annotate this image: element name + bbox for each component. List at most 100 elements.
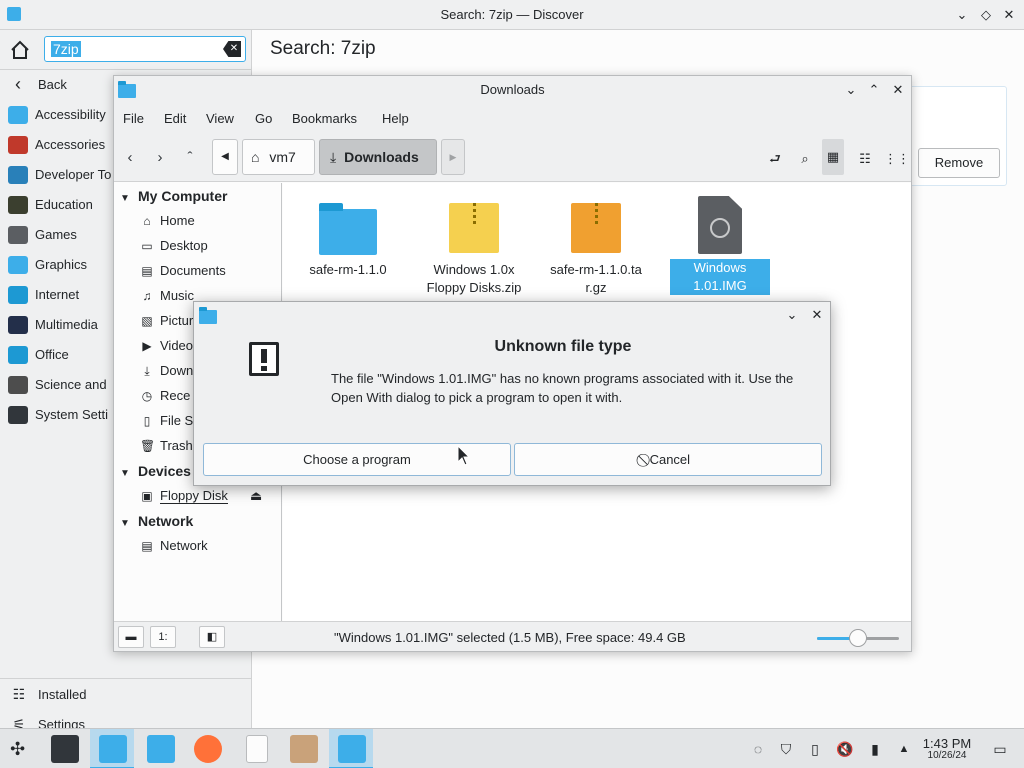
discover-titlebar: Search: 7zip — Discover ⌄ ◇ ✕ [0,0,1024,30]
breadcrumb-vm7[interactable]: ⌂ vm7 [242,139,315,175]
place-item[interactable]: ▧ Pictur [140,313,193,328]
task-firefox[interactable] [185,729,229,768]
task-settings[interactable] [42,729,86,768]
battery-icon[interactable]: ▮ [865,739,885,759]
places-network-header[interactable]: ▼ Network [120,513,193,529]
multimedia-icon [8,316,28,334]
breadcrumb-downloads[interactable]: ⤓ Downloads [319,139,437,175]
tar-archive-icon [571,203,621,253]
place-item[interactable]: ◷ Rece [140,388,191,403]
split-view-icon[interactable]: ⮐ [764,148,786,170]
category-label: Accessories [35,137,106,152]
minimize-icon[interactable]: ⌄ [782,305,802,325]
search-input[interactable]: 7zip ✕ [44,36,246,62]
volume-muted-icon[interactable]: 🔇 [835,739,855,759]
breadcrumb-vm7-label: vm7 [269,149,296,165]
place-item[interactable]: ♫ Music [140,288,194,303]
terminal-toggle-icon[interactable]: 1: [150,626,176,648]
breadcrumb-right-arrow[interactable]: ▶ [441,139,465,175]
place-item[interactable]: 🗑 Trash [140,438,193,453]
places-toggle-icon[interactable]: ▬ [118,626,144,648]
place-item[interactable]: ▭ Desktop [140,238,207,253]
file-name: safe-rm-1.1.0.tar.gz [550,262,642,295]
category-label: Internet [35,287,80,302]
menu-file[interactable]: File [123,111,144,126]
details-view-icon[interactable]: ⋮⋮ [884,148,910,170]
forward-icon[interactable]: › [150,148,170,168]
maximize-icon[interactable]: ◇ [976,5,996,25]
menu-view[interactable]: View [206,111,234,126]
remove-button[interactable]: Remove [918,148,1000,178]
status-text: "Windows 1.01.IMG" selected (1.5 MB), Fr… [334,630,686,645]
file-item[interactable]: safe-rm-1.1.0 [298,203,398,279]
floppy-disk-label: Floppy Disk [160,488,228,504]
zoom-slider-handle[interactable] [849,629,867,647]
task-discover[interactable] [90,729,134,768]
icons-view-icon[interactable]: ▦ [822,139,844,175]
maximize-icon[interactable]: ⌃ [864,80,884,100]
file-item[interactable]: Windows 1.0x Floppy Disks.zip [424,203,524,297]
file-item[interactable]: safe-rm-1.1.0.tar.gz [546,203,646,297]
download-icon: ⤓ [330,149,337,165]
network-label: Network [160,538,208,553]
place-item[interactable]: ▤ Documents [140,263,225,278]
file-name: Windows 1.0x Floppy Disks.zip [426,262,522,295]
clear-search-icon[interactable]: ✕ [223,41,241,57]
bottom-nav-item[interactable]: ☷ Installed [0,679,252,709]
clipboard-icon[interactable]: ▯ [805,739,825,759]
clock[interactable]: 1:43 PM 10/26/24 [918,737,976,762]
place-item[interactable]: ▯ File Sy [140,413,200,428]
search-input-value: 7zip [51,41,81,57]
bottom-nav-label: Installed [38,687,87,702]
app-launcher-button[interactable]: ✣ [0,729,44,768]
place-network[interactable]: ▤ Network [140,538,208,553]
accessories-icon [8,136,28,154]
place-item[interactable]: ▶ Video [140,338,193,353]
home-icon: ⌂ [251,149,260,165]
place-icon: 🗑 [140,439,156,453]
cancel-label: Cancel [649,452,691,467]
places-devices-header[interactable]: ▼ Devices [120,463,191,479]
menu-bookmarks[interactable]: Bookmarks [292,111,357,126]
info-panel-icon[interactable]: ◧ [199,626,225,648]
task-dolphin[interactable] [138,729,182,768]
close-icon[interactable]: ✕ [807,305,827,325]
file-item-selected[interactable]: Windows 1.01.IMG [670,196,770,295]
task-text-editor[interactable] [233,729,277,768]
home-icon[interactable] [8,38,32,62]
category-label: Developer To [35,167,112,182]
task-dolphin-active[interactable] [329,729,373,768]
close-icon[interactable]: ✕ [888,80,908,100]
compact-view-icon[interactable]: ☷ [854,148,876,170]
up-icon[interactable]: ˆ [180,148,200,168]
network-status-icon[interactable]: ◌ [748,739,768,759]
security-shield-icon[interactable]: ⛉ [776,739,796,759]
close-icon[interactable]: ✕ [999,5,1019,25]
clock-date: 10/26/24 [927,750,967,761]
category-label: System Setti [35,407,108,422]
places-my-computer-header[interactable]: ▼ My Computer [120,188,227,204]
minimize-icon[interactable]: ⌄ [841,80,861,100]
menu-edit[interactable]: Edit [164,111,186,126]
show-desktop-icon[interactable]: ▭ [990,739,1010,759]
place-floppy-disk[interactable]: ▣ Floppy Disk [140,488,228,504]
dialog-heading: Unknown file type [494,338,632,355]
back-icon[interactable]: ‹ [120,148,140,168]
place-label: Video [160,338,194,353]
cancel-button[interactable]: ⃠ Cancel [514,443,822,476]
breadcrumb-left-arrow[interactable]: ◀ [212,139,238,175]
place-icon: ▶ [142,339,152,353]
eject-icon[interactable]: ⏏ [250,488,262,504]
show-hidden-icons-icon[interactable]: ▲ [894,739,914,759]
search-icon[interactable]: ⌕ [794,148,816,170]
task-archive[interactable] [281,729,325,768]
science-icon [8,376,28,394]
menu-go[interactable]: Go [255,111,272,126]
games-icon [8,226,28,244]
minimize-icon[interactable]: ⌄ [952,5,972,25]
place-item[interactable]: ⌂ Home [140,213,194,228]
place-item[interactable]: ⤓ Down [140,363,193,379]
floppy-icon: ▣ [141,489,153,503]
menu-help[interactable]: Help [382,111,409,126]
folder-app-icon [199,307,217,324]
